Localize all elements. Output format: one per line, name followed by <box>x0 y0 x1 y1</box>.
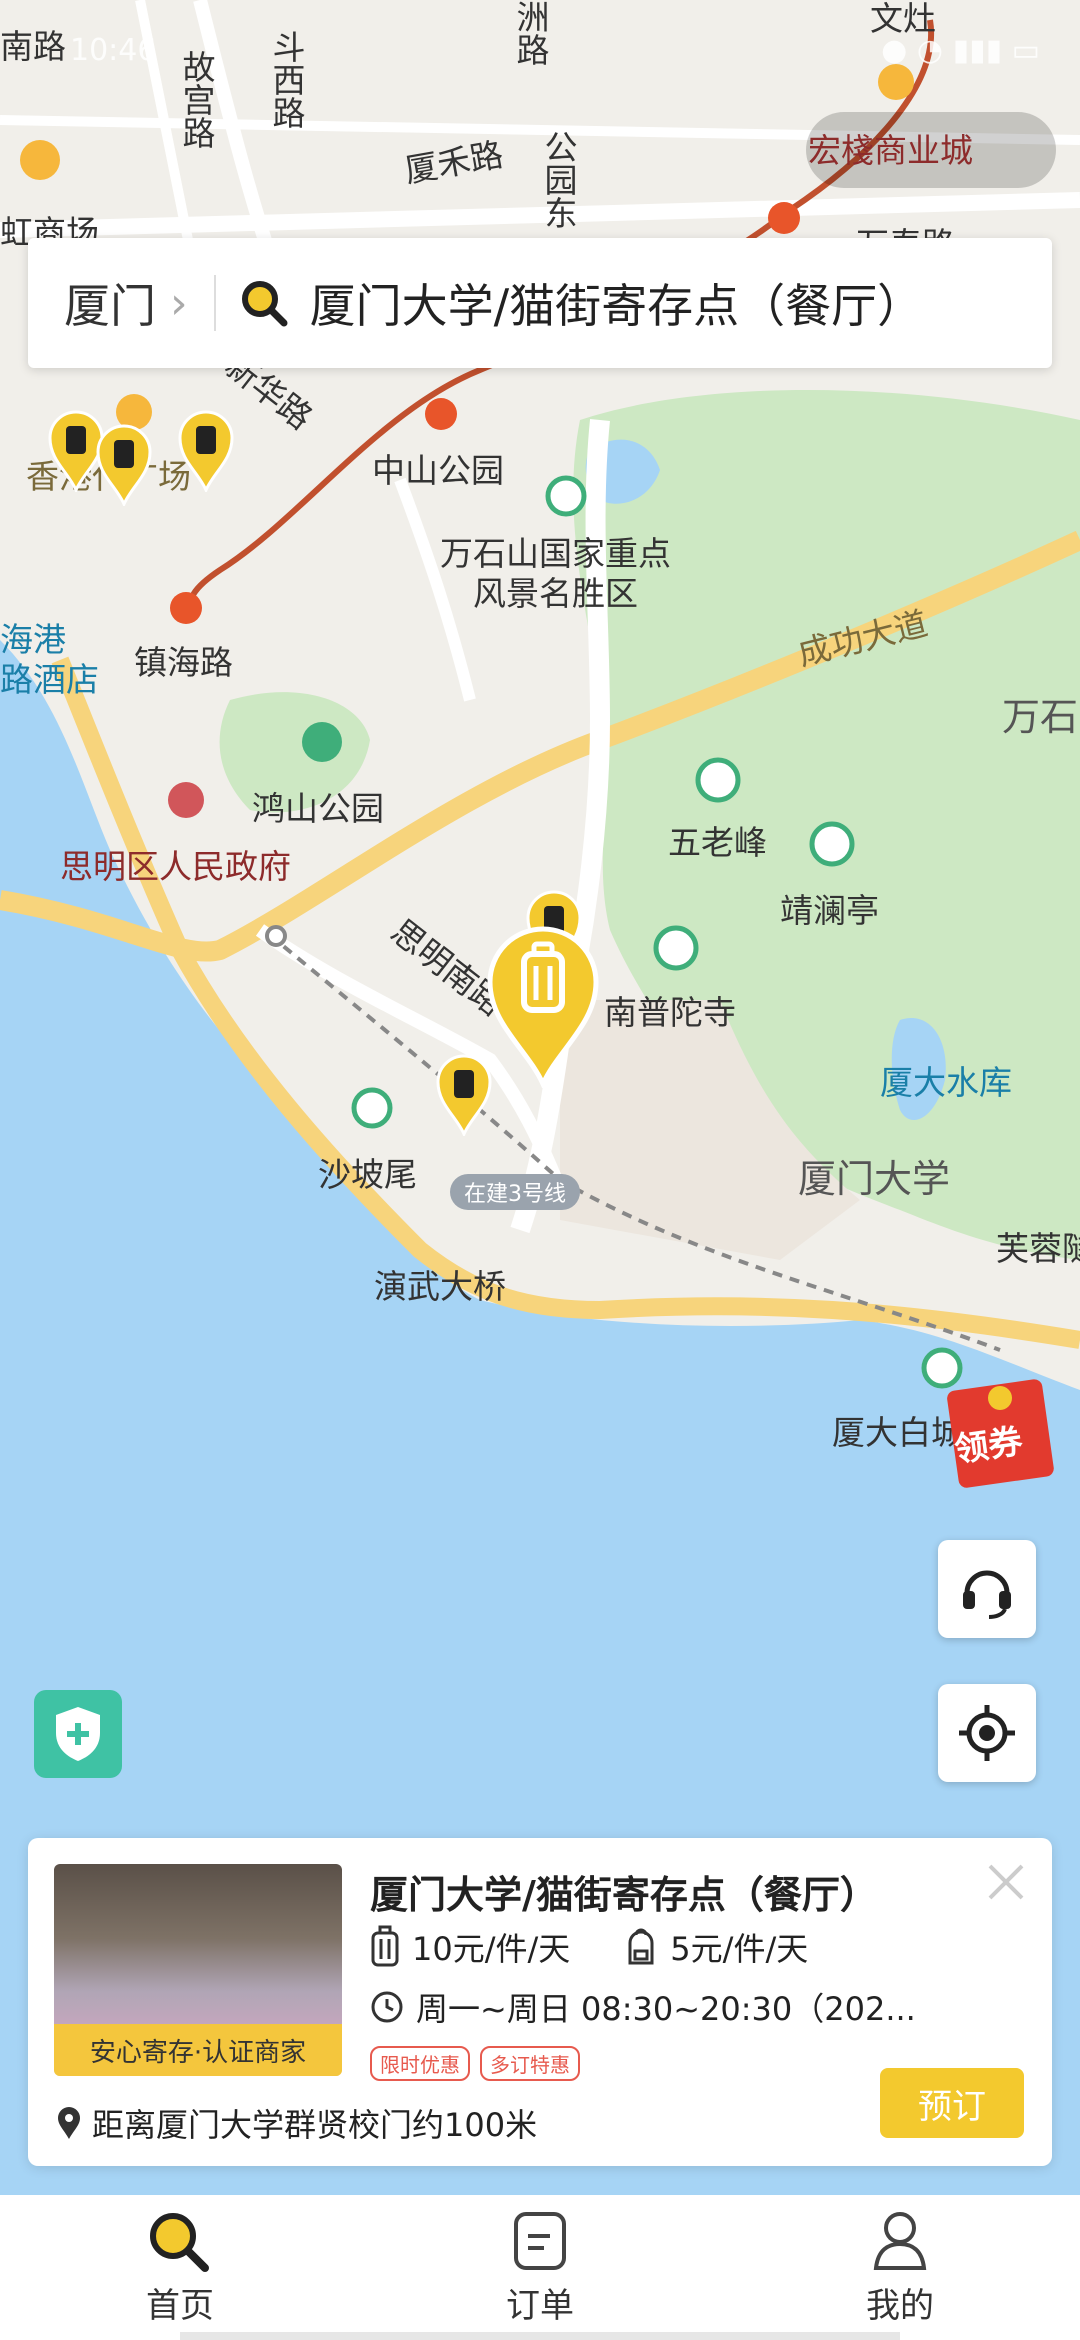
distance-info: 距离厦门大学群贤校门约100米 <box>56 2100 537 2146</box>
user-icon <box>873 2212 927 2270</box>
map-label: 南路 <box>0 27 66 66</box>
map-label: 鸿山公园 <box>252 789 384 828</box>
bottom-nav: 首页 订单 我的 <box>0 2195 1080 2340</box>
coupon-label: 领券 <box>952 1421 1025 1471</box>
tab-mine-label: 我的 <box>866 2286 934 2326</box>
status-icons: ● ◔ ▮▮▮ ▭ <box>881 32 1040 68</box>
book-button[interactable]: 预订 <box>880 2068 1024 2138</box>
chevron-right-icon: › <box>170 277 188 329</box>
map-label: 沙坡尾 <box>318 1155 417 1194</box>
status-bar: 10:46 ● ◔ ▮▮▮ ▭ <box>70 20 1040 80</box>
home-indicator <box>180 2332 900 2340</box>
opening-hours: 周一~周日 08:30~20:30（202... <box>370 1984 916 2030</box>
status-time: 10:46 <box>70 32 157 68</box>
promo-tag: 限时优惠 <box>370 2046 470 2081</box>
map-label: 厦大水库 <box>880 1063 1012 1102</box>
map-label: 海港 路酒店 <box>0 620 99 699</box>
map-label: 宏棧商业城 <box>808 131 973 170</box>
backpack-icon <box>628 1928 654 1965</box>
map-label: 万石 <box>1002 695 1079 739</box>
search-input[interactable]: 厦门大学/猫街寄存点（餐厅） <box>310 270 924 336</box>
shield-icon <box>56 1707 100 1761</box>
tab-mine[interactable]: 我的 <box>720 2195 1080 2340</box>
target-icon <box>959 1705 1015 1761</box>
city-label: 厦门 <box>64 279 156 333</box>
tab-orders-label: 订单 <box>506 2286 574 2326</box>
map-label: 芙蓉隧 <box>996 1229 1080 1268</box>
map-label: 镇海路 <box>134 643 233 682</box>
storage-marker[interactable] <box>176 408 236 492</box>
distance-text: 距离厦门大学群贤校门约100米 <box>92 2106 538 2144</box>
promo-tags: 限时优惠 多订特惠 <box>370 2046 580 2081</box>
document-icon <box>514 2212 566 2270</box>
customer-service-button[interactable] <box>938 1540 1036 1638</box>
clock-icon <box>371 1991 403 2023</box>
map-label: 五老峰 <box>668 823 767 862</box>
hours-text: 周一~周日 08:30~20:30（202... <box>416 1990 916 2028</box>
map-label: 公园东 <box>539 130 578 229</box>
metro-line-badge: 在建3号线 <box>450 1174 580 1210</box>
map-label: 南普陀寺 <box>604 993 736 1032</box>
tab-orders[interactable]: 订单 <box>360 2195 720 2340</box>
map-label: 万石山国家重点 风景名胜区 <box>440 534 671 613</box>
map-label: 靖澜亭 <box>780 891 879 930</box>
promo-tag: 多订特惠 <box>480 2046 580 2081</box>
store-title: 厦门大学/猫街寄存点（餐厅） <box>370 1873 878 1917</box>
location-pin-icon <box>58 2107 80 2139</box>
search-header: 厦门 › 厦门大学/猫街寄存点（餐厅） <box>28 238 1052 368</box>
map-label: 思明区人民政府 <box>60 847 291 886</box>
search-icon <box>241 281 288 327</box>
certified-badge: 安心寄存·认证商家 <box>54 2024 342 2076</box>
city-selector[interactable]: 厦门 › <box>28 270 188 336</box>
headset-icon <box>963 1570 1011 1619</box>
selected-storage-marker[interactable] <box>484 924 602 1088</box>
storage-detail-card[interactable]: 安心寄存·认证商家 厦门大学/猫街寄存点（餐厅） 10元/件/天 5元/件/天 <box>28 1838 1052 2166</box>
price-luggage: 10元/件/天 <box>412 1930 571 1968</box>
close-icon[interactable] <box>984 1860 1028 1904</box>
map-label: 演武大桥 <box>374 1267 506 1306</box>
storage-marker[interactable] <box>94 422 154 506</box>
map-label: 厦门大学 <box>798 1157 951 1201</box>
tab-home-label: 首页 <box>146 2286 214 2326</box>
price-bag: 5元/件/天 <box>670 1930 809 1968</box>
divider <box>213 275 216 331</box>
safety-button[interactable] <box>34 1690 122 1778</box>
tab-home[interactable]: 首页 <box>0 2195 360 2340</box>
locate-button[interactable] <box>938 1684 1036 1782</box>
coupon-button[interactable]: 领券 <box>944 1370 1064 1490</box>
search-icon <box>150 2213 209 2272</box>
store-photo: 安心寄存·认证商家 <box>54 1864 342 2076</box>
price-row: 10元/件/天 5元/件/天 <box>370 1924 862 1970</box>
suitcase-icon <box>371 1925 399 1967</box>
map-label: 中山公园 <box>372 451 504 490</box>
